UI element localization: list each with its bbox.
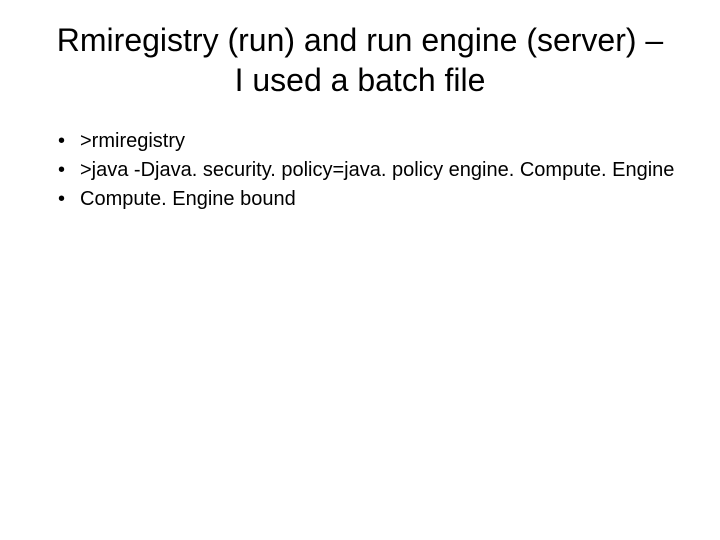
list-item: Compute. Engine bound <box>58 186 680 213</box>
list-item: >rmiregistry <box>58 128 680 155</box>
slide-title: Rmiregistry (run) and run engine (server… <box>40 20 680 100</box>
list-item: >java -Djava. security. policy=java. pol… <box>58 157 680 184</box>
bullet-list: >rmiregistry >java -Djava. security. pol… <box>40 128 680 213</box>
